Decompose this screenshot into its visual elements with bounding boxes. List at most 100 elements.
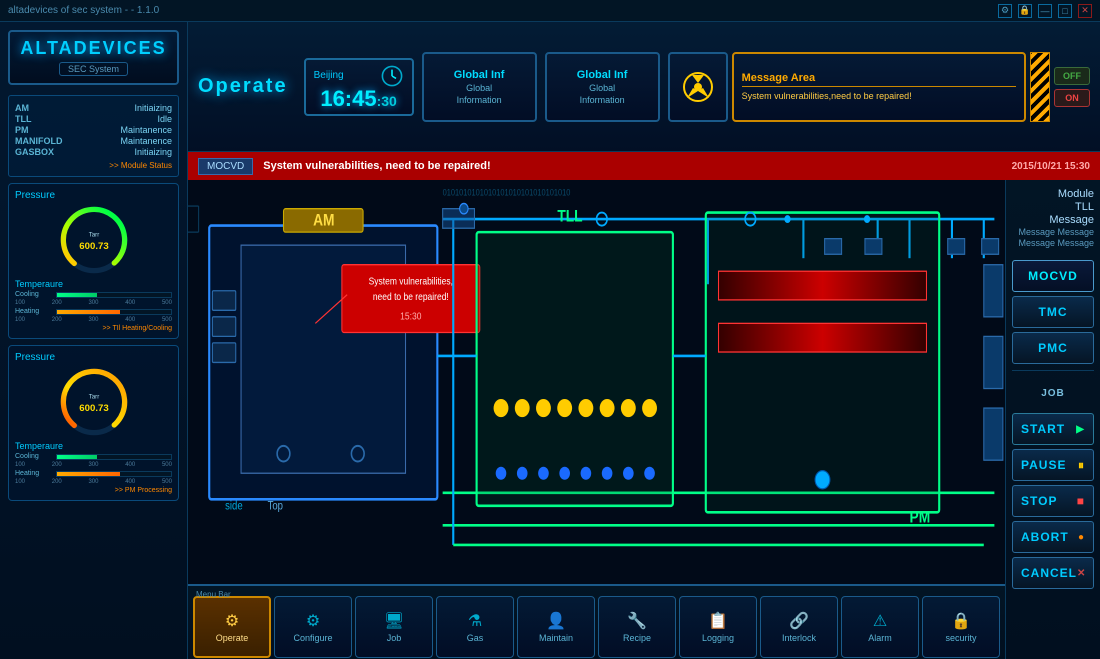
recipe-label: Recipe <box>623 633 651 643</box>
cooling-bar-2 <box>56 454 172 460</box>
menu-item-maintain[interactable]: 👤 Maintain <box>517 596 595 658</box>
heating-bar-1 <box>56 309 172 315</box>
alert-label: MOCVD <box>198 158 253 175</box>
menu-item-alarm[interactable]: ⚠ Alarm <box>841 596 919 658</box>
time-seconds: :30 <box>377 93 397 109</box>
temp-title-1: Temperaure <box>15 279 172 289</box>
abort-button[interactable]: ABORT ● <box>1012 521 1094 553</box>
module-name-tll: TLL <box>15 114 32 124</box>
temp-bars-1: Temperaure Cooling 100200300400500 Heati… <box>15 279 172 323</box>
settings-btn[interactable]: ⚙ <box>998 4 1012 18</box>
operate-label: Operate <box>216 633 249 643</box>
message-area-text: System vulnerabilities,need to be repair… <box>742 91 1016 101</box>
pause-button[interactable]: PAUSE ⏸ <box>1012 449 1094 481</box>
recipe-icon: 🔧 <box>627 611 647 631</box>
maintain-label: Maintain <box>539 633 573 643</box>
menu-item-recipe[interactable]: 🔧 Recipe <box>598 596 676 658</box>
right-message-title: Message <box>1049 214 1094 226</box>
svg-text:010101010101010101010101010101: 0101010101010101010101010101010 <box>443 187 571 198</box>
right-module-title: Module <box>1058 188 1094 200</box>
svg-text:TLL: TLL <box>557 207 582 226</box>
security-label: security <box>945 633 976 643</box>
time-hours: 16:45 <box>320 86 376 111</box>
main-content: ALTADEVICES SEC System AM Initiaizing TL… <box>0 22 1100 659</box>
heating-row-1: Heating <box>15 308 172 315</box>
gas-icon: ⚗ <box>468 611 482 631</box>
operate-icon: ⚙ <box>225 611 239 631</box>
cooling-bar-1 <box>56 292 172 298</box>
radiation-panel <box>668 52 728 122</box>
interlock-icon: 🔗 <box>789 611 809 631</box>
menu-item-job[interactable]: 🖥 Job <box>355 596 433 658</box>
module-name-pm: PM <box>15 125 29 135</box>
cancel-button[interactable]: CANCEL ✕ <box>1012 557 1094 589</box>
svg-text:600.73: 600.73 <box>79 241 108 252</box>
menu-item-security[interactable]: 🔒 security <box>922 596 1000 658</box>
minimize-btn[interactable]: — <box>1038 4 1052 18</box>
module-status-link[interactable]: >> Module Status <box>15 161 172 170</box>
right-message-2: Message Message <box>1018 238 1094 248</box>
pmc-button[interactable]: PMC <box>1012 332 1094 364</box>
menu-item-logging[interactable]: 📋 Logging <box>679 596 757 658</box>
logging-icon: 📋 <box>708 611 728 631</box>
radiation-icon <box>682 71 714 103</box>
menu-item-gas[interactable]: ⚗ Gas <box>436 596 514 658</box>
tmc-button[interactable]: TMC <box>1012 296 1094 328</box>
top-header: Operate Beijing 16:45:30 Global Inf <box>188 22 1100 152</box>
menu-item-operate[interactable]: ⚙ Operate <box>193 596 271 658</box>
cooling-label-2: Cooling <box>15 453 53 460</box>
alert-bar: MOCVD System vulnerabilities, need to be… <box>188 152 1100 180</box>
logging-label: Logging <box>702 633 734 643</box>
cooling-label-1: Cooling <box>15 291 53 298</box>
module-name-gasbox: GASBOX <box>15 147 54 157</box>
alert-message: System vulnerabilities, need to be repai… <box>263 160 490 172</box>
module-name-am: AM <box>15 103 29 113</box>
pause-label: PAUSE <box>1021 458 1066 472</box>
heating-label-2: Heating <box>15 470 53 477</box>
job-label: Job <box>387 633 402 643</box>
stop-label: STOP <box>1021 494 1057 508</box>
svg-text:Tarr: Tarr <box>88 232 99 239</box>
close-btn[interactable]: ✕ <box>1078 4 1092 18</box>
mocvd-button[interactable]: MOCVD <box>1012 260 1094 292</box>
module-row-manifold: MANIFOLD Maintanence <box>15 136 172 146</box>
center-right-area: Operate Beijing 16:45:30 Global Inf <box>188 22 1100 659</box>
start-button[interactable]: START ▶ <box>1012 413 1094 445</box>
svg-text:15:30: 15:30 <box>400 311 421 323</box>
module-value-gasbox: Initiaizing <box>134 147 172 157</box>
module-value-pm: Maintanence <box>120 125 172 135</box>
lock-btn[interactable]: 🔒 <box>1018 4 1032 18</box>
gauge-footer-2[interactable]: >> PM Processing <box>15 487 172 494</box>
gauge-footer-1[interactable]: >> TIl Heating/Cooling <box>15 325 172 332</box>
logo-title: ALTADEVICES <box>16 38 171 59</box>
right-module-section: Module TLL Message Message Message Messa… <box>1012 188 1094 248</box>
time-display: 16:45:30 <box>314 88 404 110</box>
right-tll-title: TLL <box>1075 201 1094 213</box>
title-bar: altadevices of sec system - - 1.1.0 ⚙ 🔒 … <box>0 0 1100 22</box>
info-panel-2[interactable]: Global Inf Global Information <box>545 52 660 122</box>
info-panel-1[interactable]: Global Inf Global Information <box>422 52 537 122</box>
menu-item-interlock[interactable]: 🔗 Interlock <box>760 596 838 658</box>
heating-row-2: Heating <box>15 470 172 477</box>
message-area-panel: Message Area System vulnerabilities,need… <box>732 52 1026 122</box>
svg-text:PM: PM <box>910 508 931 527</box>
gauge-circle-1: Tarr 600.73 <box>59 205 129 275</box>
off-button[interactable]: OFF <box>1054 67 1090 85</box>
pause-icon: ⏸ <box>1078 458 1085 473</box>
heating-ticks-2: 100200300400500 <box>15 479 172 485</box>
abort-icon: ● <box>1078 532 1085 543</box>
location-label: Beijing <box>314 70 344 81</box>
on-button[interactable]: ON <box>1054 89 1090 107</box>
security-icon: 🔒 <box>951 611 971 631</box>
cancel-label: CANCEL <box>1021 566 1077 580</box>
module-status-panel: AM Initiaizing TLL Idle PM Maintanence M… <box>8 95 179 177</box>
svg-text:600.73: 600.73 <box>79 403 108 414</box>
stop-button[interactable]: STOP ■ <box>1012 485 1094 517</box>
svg-text:System vulnerabilities,: System vulnerabilities, <box>369 275 453 287</box>
maximize-btn[interactable]: □ <box>1058 4 1072 18</box>
module-row-gasbox: GASBOX Initiaizing <box>15 147 172 157</box>
configure-icon: ⚙ <box>306 611 320 631</box>
job-icon: 🖥 <box>384 611 404 631</box>
title-bar-controls: ⚙ 🔒 — □ ✕ <box>998 4 1092 18</box>
menu-item-configure[interactable]: ⚙ Configure <box>274 596 352 658</box>
